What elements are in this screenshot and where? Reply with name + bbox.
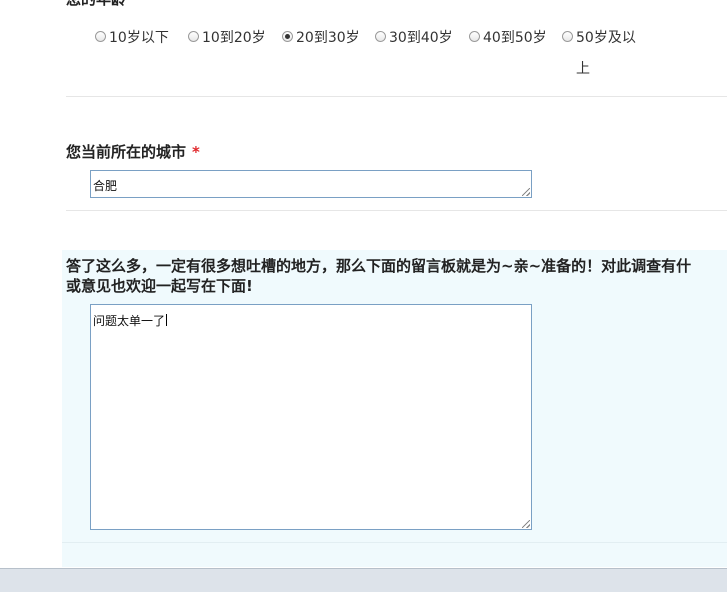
- radio-40-50[interactable]: [469, 31, 480, 42]
- text-caret: [166, 314, 168, 326]
- age-option-label: 30到40岁: [389, 30, 453, 46]
- divider: [66, 96, 727, 97]
- divider: [66, 210, 727, 211]
- comment-question-title: 答了这么多，一定有很多想吐槽的地方，那么下面的留言板就是为~亲~准备的！对此调查…: [66, 256, 727, 296]
- radio-under-10[interactable]: [95, 31, 106, 42]
- age-option-label: 10到20岁: [202, 30, 266, 46]
- city-question-label: 您当前所在的城市: [66, 143, 187, 161]
- age-option-over-50[interactable]: 50岁及以上: [562, 29, 642, 85]
- resize-grip-icon[interactable]: [522, 520, 530, 528]
- browser-status-bar: [0, 568, 727, 592]
- survey-page: 您的年龄* 10岁以下 10到20岁 20到30岁 30到40岁 40到50岁 …: [0, 0, 727, 592]
- radio-10-20[interactable]: [188, 31, 199, 42]
- comment-textarea[interactable]: 问题太单一了: [90, 304, 532, 530]
- age-option-10-20[interactable]: 10到20岁: [188, 29, 266, 47]
- comment-question-line1: 答了这么多，一定有很多想吐槽的地方，那么下面的留言板就是为~亲~准备的！对此调查…: [66, 257, 692, 275]
- age-option-20-30[interactable]: 20到30岁: [282, 29, 360, 47]
- age-question-label: 您的年龄: [66, 0, 126, 8]
- age-option-label: 50岁及以上: [576, 30, 636, 77]
- radio-20-30[interactable]: [282, 31, 293, 42]
- age-option-30-40[interactable]: 30到40岁: [375, 29, 453, 47]
- city-input[interactable]: 合肥: [90, 170, 532, 198]
- age-option-label: 40到50岁: [483, 30, 547, 46]
- comment-section-footer: [62, 543, 727, 567]
- city-input-value: 合肥: [93, 179, 118, 193]
- comment-textarea-value: 问题太单一了: [93, 314, 166, 328]
- age-option-label: 10岁以下: [109, 30, 169, 46]
- required-mark: *: [192, 143, 200, 161]
- age-option-label: 20到30岁: [296, 30, 360, 46]
- radio-over-50[interactable]: [562, 31, 573, 42]
- radio-30-40[interactable]: [375, 31, 386, 42]
- age-option-40-50[interactable]: 40到50岁: [469, 29, 547, 47]
- required-mark: *: [132, 0, 140, 8]
- comment-question-line2: 或意见也欢迎一起写在下面!: [66, 277, 253, 295]
- comment-section: 答了这么多，一定有很多想吐槽的地方，那么下面的留言板就是为~亲~准备的！对此调查…: [62, 250, 727, 543]
- age-option-under-10[interactable]: 10岁以下: [95, 29, 169, 47]
- city-question-title: 您当前所在的城市 *: [66, 141, 200, 162]
- resize-grip-icon[interactable]: [522, 188, 530, 196]
- age-question-title: 您的年龄 *: [66, 0, 140, 9]
